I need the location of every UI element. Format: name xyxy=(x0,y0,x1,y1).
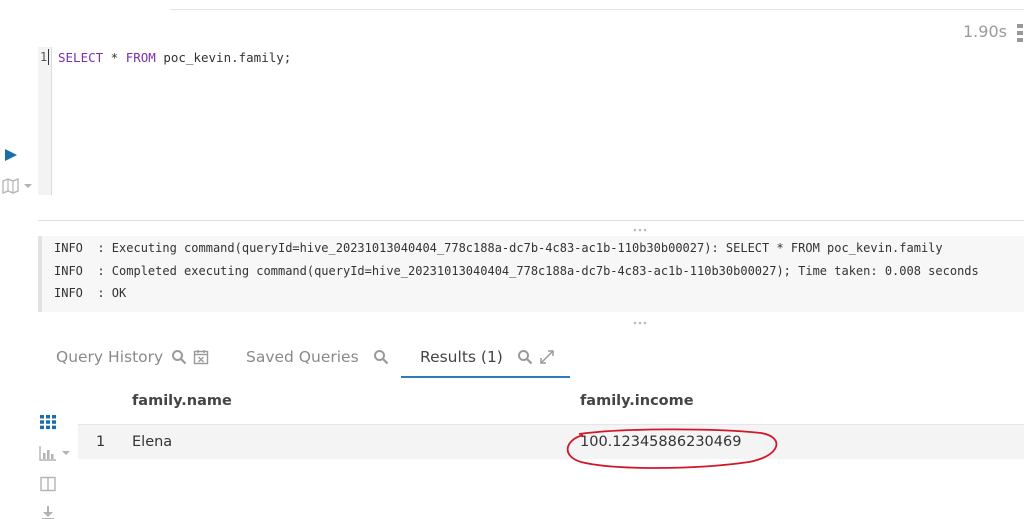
bar-chart-icon[interactable] xyxy=(39,445,73,461)
table-row[interactable]: 1 Elena 100.12345886230469 xyxy=(78,424,1024,459)
sql-keyword-select: SELECT xyxy=(58,50,104,65)
calendar-clear-icon[interactable] xyxy=(193,349,209,365)
column-header-name[interactable]: family.name xyxy=(132,393,232,409)
editor-gutter: 1 xyxy=(38,47,52,195)
text-cursor xyxy=(48,49,49,65)
red-annotation-ellipse xyxy=(566,428,778,469)
row-index: 1 xyxy=(96,434,106,450)
log-line: INFO : OK xyxy=(54,286,127,300)
sql-keyword-from: FROM xyxy=(125,50,156,65)
sql-code-line[interactable]: SELECT * FROM poc_kevin.family; xyxy=(58,50,291,65)
search-icon[interactable] xyxy=(373,349,389,365)
result-tabs: Query History Saved Queries Results (1) xyxy=(38,336,1024,378)
tab-saved-queries[interactable]: Saved Queries xyxy=(246,336,389,378)
column-header-income[interactable]: family.income xyxy=(580,393,694,409)
cell-name: Elena xyxy=(132,434,173,450)
search-icon[interactable] xyxy=(171,349,187,365)
columns-icon[interactable] xyxy=(39,476,57,492)
download-icon[interactable] xyxy=(39,505,57,519)
map-icon[interactable] xyxy=(2,178,38,194)
log-line: INFO : Executing command(queryId=hive_20… xyxy=(54,241,943,255)
active-tab-indicator xyxy=(401,376,570,378)
tab-query-history-label: Query History xyxy=(56,348,164,366)
sql-star: * xyxy=(103,50,126,65)
resize-grip-icon[interactable] xyxy=(633,228,647,232)
log-line: INFO : Completed executing command(query… xyxy=(54,263,979,278)
grid-icon[interactable] xyxy=(39,414,57,430)
sql-editor[interactable]: 1 SELECT * FROM poc_kevin.family; xyxy=(38,47,1024,195)
line-number: 1 xyxy=(40,50,48,64)
query-timing: 1.90s xyxy=(963,22,1007,41)
tab-results[interactable]: Results (1) xyxy=(420,336,555,378)
expand-icon[interactable] xyxy=(539,349,555,365)
tab-results-label: Results (1) xyxy=(420,348,503,366)
resize-grip-icon[interactable] xyxy=(633,321,647,325)
editor-divider xyxy=(38,220,1024,221)
results-table: family.name family.income 1 Elena 100.12… xyxy=(78,386,1024,459)
top-separator xyxy=(170,0,1024,10)
execution-log: INFO : Executing command(queryId=hive_20… xyxy=(38,236,1024,312)
sql-table-name: poc_kevin.family; xyxy=(155,50,292,65)
table-header: family.name family.income xyxy=(78,386,1024,424)
play-icon[interactable] xyxy=(4,148,18,162)
search-icon[interactable] xyxy=(517,349,533,365)
more-options-icon[interactable] xyxy=(1016,24,1024,42)
tab-query-history[interactable]: Query History xyxy=(56,336,209,378)
tab-saved-queries-label: Saved Queries xyxy=(246,348,359,366)
